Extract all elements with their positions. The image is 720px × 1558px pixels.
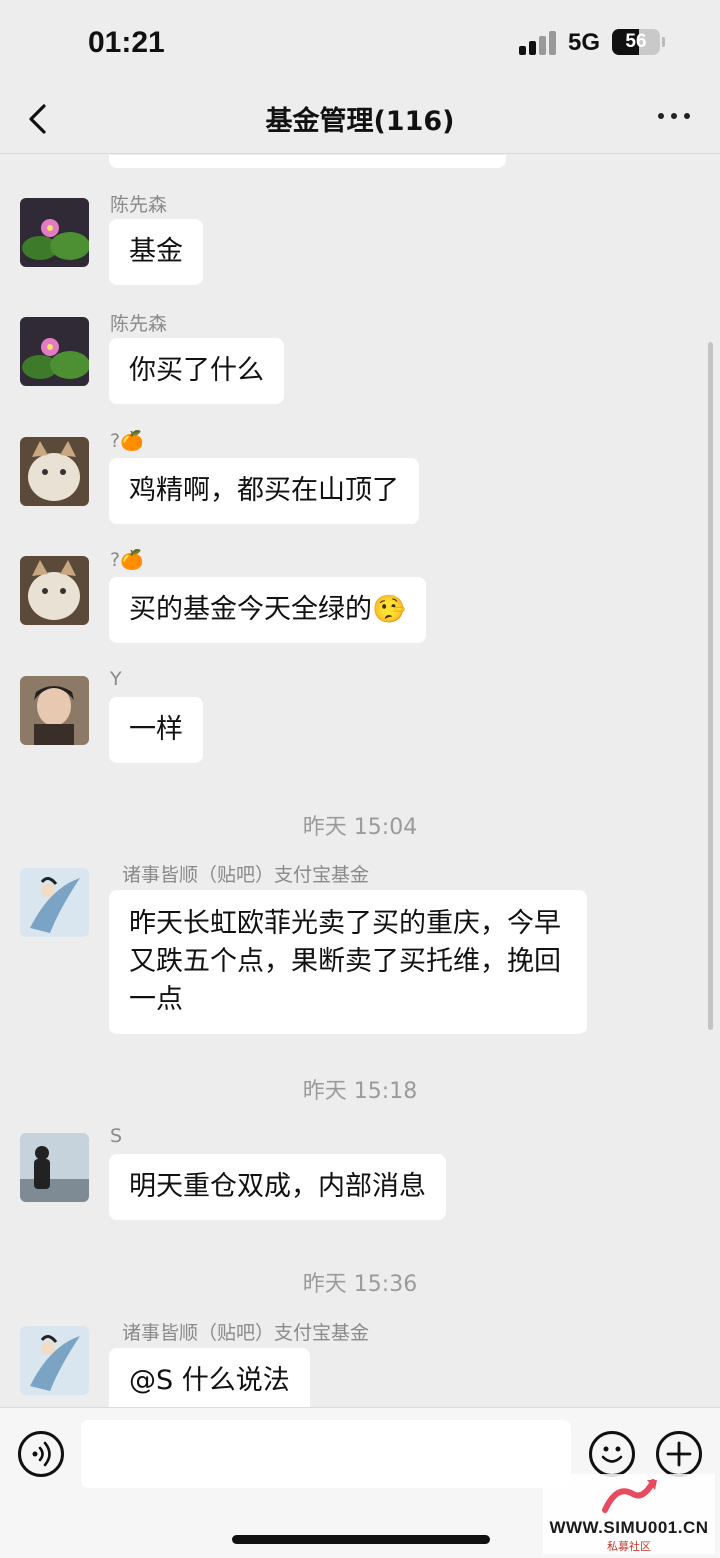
signal-icon	[519, 31, 557, 55]
chat-title: 基金管理(116)	[265, 106, 455, 137]
avatar[interactable]	[20, 317, 89, 386]
voice-icon[interactable]	[18, 1431, 64, 1477]
sender-name: ?🍊	[110, 430, 144, 452]
watermark: WWW.SIMU001.CN 私募社区	[543, 1474, 715, 1554]
sender-name: 陈先森	[110, 194, 168, 216]
avatar[interactable]	[20, 868, 89, 937]
battery-level: 56	[625, 31, 647, 52]
watermark-name: 私募社区	[607, 1540, 651, 1553]
avatar[interactable]	[20, 1133, 89, 1202]
message-bubble[interactable]: 昨天长虹欧菲光卖了买的重庆，今早又跌五个点，果断卖了买托维，挽回一点	[109, 890, 587, 1034]
nav-bar: 基金管理(116)	[0, 86, 720, 154]
message-bubble[interactable]: 鸡精啊，都买在山顶了	[109, 458, 419, 524]
message-input[interactable]	[81, 1420, 571, 1488]
message-bubble[interactable]: 一样	[109, 697, 203, 763]
avatar[interactable]	[20, 1326, 89, 1395]
avatar[interactable]	[20, 556, 89, 625]
more-dots-icon[interactable]	[654, 110, 694, 124]
time-divider: 昨天 15:18	[302, 1079, 418, 1104]
avatar[interactable]	[20, 198, 89, 267]
battery-tip	[662, 37, 665, 47]
emoji-icon[interactable]	[589, 1431, 635, 1477]
time-divider: 昨天 15:04	[302, 815, 418, 840]
sender-name: 诸事皆顺（贴吧）支付宝基金	[122, 864, 370, 886]
message-bubble[interactable]: @S 什么说法	[109, 1348, 310, 1407]
battery-icon: 56	[612, 29, 660, 55]
message-bubble[interactable]: 明天重仓双成，内部消息	[109, 1154, 446, 1220]
avatar[interactable]	[20, 437, 89, 506]
watermark-site: WWW.SIMU001.CN	[549, 1518, 709, 1537]
message-bubble[interactable]: 基金	[109, 219, 203, 285]
message-bubble[interactable]: 买的基金今天全绿的🤥	[109, 577, 426, 643]
chat-list[interactable]: 陈先森 基金 陈先森 你买了什么 ?🍊 鸡精啊，都买在山顶了 ?🍊 买的基金今天…	[0, 155, 720, 1407]
sender-name: S	[110, 1125, 123, 1147]
time-divider: 昨天 15:36	[302, 1272, 418, 1297]
message-bubble[interactable]: 你买了什么	[109, 338, 284, 404]
sender-name: ?🍊	[110, 549, 144, 571]
partial-bubble	[109, 155, 506, 168]
sender-name: 诸事皆顺（贴吧）支付宝基金	[122, 1322, 370, 1344]
scrollbar[interactable]	[708, 342, 713, 1030]
sender-name: 陈先森	[110, 313, 168, 335]
network-type: 5G	[568, 29, 601, 56]
plus-icon[interactable]	[656, 1431, 702, 1477]
status-time: 01:21	[88, 26, 165, 59]
sender-name: Y	[110, 668, 122, 690]
home-indicator[interactable]	[232, 1535, 490, 1544]
watermark-logo-icon	[602, 1479, 657, 1513]
avatar[interactable]	[20, 676, 89, 745]
status-bar: 01:21 5G 56	[0, 0, 720, 86]
